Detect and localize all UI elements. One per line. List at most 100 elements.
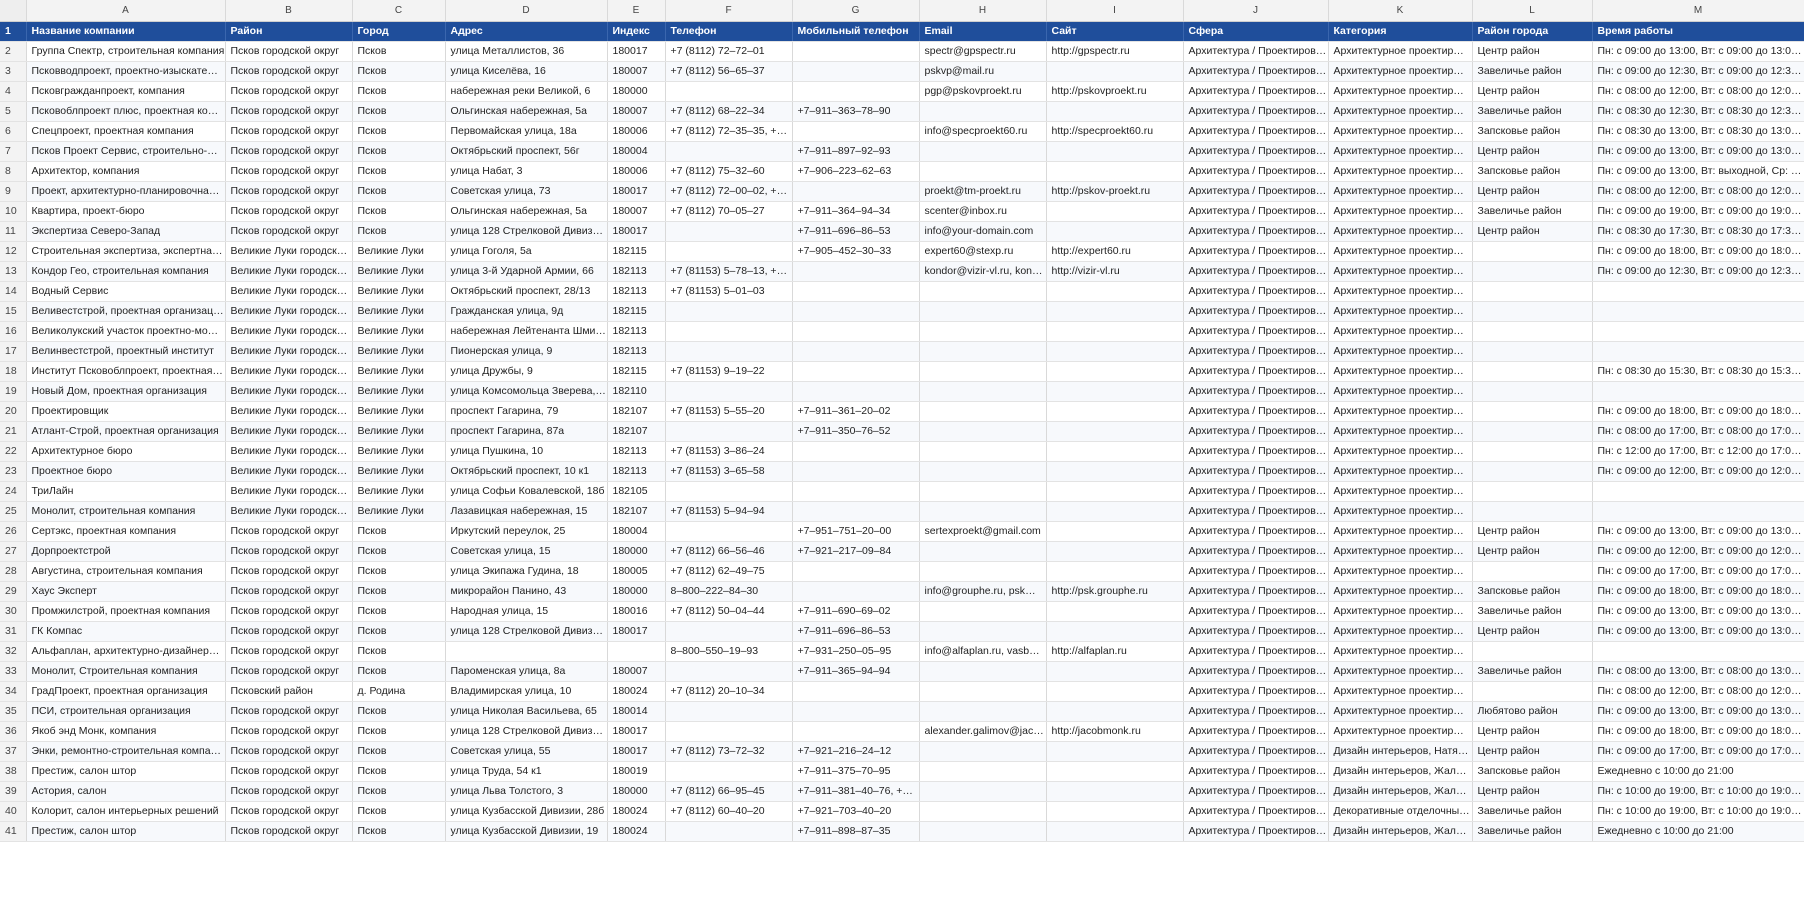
header-cell[interactable]: Категория [1328, 21, 1473, 42]
cell[interactable]: Архитектура / Проектиров… [1183, 81, 1329, 102]
cell[interactable] [792, 561, 920, 582]
cell[interactable] [1046, 141, 1184, 162]
cell[interactable]: Великие Луки [352, 321, 446, 342]
cell[interactable] [1046, 661, 1184, 682]
cell[interactable]: Псков городской округ [225, 101, 353, 122]
cell[interactable]: 8–800–222–84–30 [665, 581, 793, 602]
cell[interactable]: Архитектурное проектир… [1328, 581, 1473, 602]
cell[interactable]: Архитектурное проектир… [1328, 361, 1473, 382]
cell[interactable] [665, 241, 793, 262]
cell[interactable] [1472, 281, 1593, 302]
cell[interactable]: Запсковье район [1472, 121, 1593, 142]
cell[interactable]: Центр район [1472, 141, 1593, 162]
cell[interactable]: Псков городской округ [225, 121, 353, 142]
cell[interactable]: +7–911–375–70–95 [792, 761, 920, 782]
cell[interactable] [665, 521, 793, 542]
cell[interactable]: 182113 [607, 341, 666, 362]
cell[interactable]: Архитектурное бюро [26, 441, 226, 462]
cell[interactable]: Веливестстрой, проектная организация [26, 301, 226, 322]
cell[interactable] [1046, 201, 1184, 222]
cell[interactable]: Архитектура / Проектиров… [1183, 781, 1329, 802]
cell[interactable] [1472, 481, 1593, 502]
cell[interactable]: Псков городской округ [225, 141, 353, 162]
cell[interactable] [665, 621, 793, 642]
cell[interactable]: улица Набат, 3 [445, 161, 608, 182]
row-number[interactable]: 39 [0, 781, 27, 802]
cell[interactable]: Архитектурное проектир… [1328, 201, 1473, 222]
cell[interactable] [1046, 541, 1184, 562]
cell[interactable]: 180017 [607, 41, 666, 62]
cell[interactable] [607, 641, 666, 662]
column-header-f[interactable]: F [665, 0, 793, 22]
row-number[interactable]: 1 [0, 21, 27, 42]
cell[interactable]: +7–921–216–24–12 [792, 741, 920, 762]
cell[interactable]: Пн: с 09:00 до 18:00, Вт: с 09:00 до 18:… [1592, 581, 1804, 602]
cell[interactable]: Архитектура / Проектиров… [1183, 281, 1329, 302]
cell[interactable]: Псков [352, 521, 446, 542]
cell[interactable]: Архитектурное проектир… [1328, 121, 1473, 142]
cell[interactable]: Центр район [1472, 41, 1593, 62]
column-header-k[interactable]: K [1328, 0, 1473, 22]
cell[interactable]: Великие Луки [352, 441, 446, 462]
cell[interactable] [1046, 341, 1184, 362]
row-number[interactable]: 33 [0, 661, 27, 682]
header-cell[interactable]: Район [225, 21, 353, 42]
cell[interactable] [1046, 821, 1184, 842]
cell[interactable]: Великие Луки [352, 241, 446, 262]
cell[interactable]: +7 (81153) 3–65–58 [665, 461, 793, 482]
cell[interactable]: Престиж, салон штор [26, 821, 226, 842]
cell[interactable]: Пн: с 08:00 до 12:00, Вт: с 08:00 до 12:… [1592, 681, 1804, 702]
cell[interactable]: Колорит, салон интерьерных решений [26, 801, 226, 822]
cell[interactable] [919, 561, 1047, 582]
cell[interactable]: 182113 [607, 261, 666, 282]
cell[interactable] [1046, 501, 1184, 522]
header-cell[interactable]: Сайт [1046, 21, 1184, 42]
cell[interactable] [1046, 801, 1184, 822]
cell[interactable]: ПСИ, строительная организация [26, 701, 226, 722]
cell[interactable]: Псков [352, 801, 446, 822]
cell[interactable]: Псков городской округ [225, 721, 353, 742]
cell[interactable]: +7–905–452–30–33 [792, 241, 920, 262]
cell[interactable]: Архитектура / Проектиров… [1183, 121, 1329, 142]
cell[interactable]: 180016 [607, 601, 666, 622]
cell[interactable]: улица Комсомольца Зверева, … [445, 381, 608, 402]
cell[interactable]: Великие Луки городск… [225, 241, 353, 262]
cell[interactable]: Великие Луки [352, 481, 446, 502]
cell[interactable]: Иркутский переулок, 25 [445, 521, 608, 542]
row-number[interactable]: 11 [0, 221, 27, 242]
cell[interactable]: expert60@stexp.ru [919, 241, 1047, 262]
cell[interactable]: набережная реки Великой, 6 [445, 81, 608, 102]
cell[interactable]: Пн: с 09:00 до 13:00, Вт: с 09:00 до 13:… [1592, 601, 1804, 622]
cell[interactable]: +7 (8112) 20–10–34 [665, 681, 793, 702]
cell[interactable]: +7 (8112) 62–49–75 [665, 561, 793, 582]
cell[interactable]: Великие Луки городск… [225, 401, 353, 422]
cell[interactable]: Архитектурное проектир… [1328, 81, 1473, 102]
cell[interactable]: +7–911–898–87–35 [792, 821, 920, 842]
cell[interactable]: Пн: с 09:00 до 13:00, Вт: с 09:00 до 13:… [1592, 41, 1804, 62]
cell[interactable] [665, 661, 793, 682]
cell[interactable]: 180000 [607, 581, 666, 602]
cell[interactable]: Пн: с 09:00 до 12:00, Вт: с 09:00 до 12:… [1592, 541, 1804, 562]
cell[interactable]: Пн: с 12:00 до 17:00, Вт: с 12:00 до 17:… [1592, 441, 1804, 462]
cell[interactable]: Пн: с 09:00 до 18:00, Вт: с 09:00 до 18:… [1592, 401, 1804, 422]
cell[interactable]: Архитектурное проектир… [1328, 481, 1473, 502]
cell[interactable] [1046, 381, 1184, 402]
cell[interactable]: 182107 [607, 401, 666, 422]
cell[interactable]: Центр район [1472, 781, 1593, 802]
cell[interactable]: Архитектура / Проектиров… [1183, 41, 1329, 62]
cell[interactable] [1472, 441, 1593, 462]
cell[interactable]: Архитектурное проектир… [1328, 661, 1473, 682]
cell[interactable]: Престиж, салон штор [26, 761, 226, 782]
row-number[interactable]: 38 [0, 761, 27, 782]
cell[interactable]: Дизайн интерьеров, Жалю… [1328, 821, 1473, 842]
cell[interactable]: Архитектура / Проектиров… [1183, 341, 1329, 362]
cell[interactable]: Пн: с 09:00 до 17:00, Вт: с 09:00 до 17:… [1592, 561, 1804, 582]
cell[interactable]: Архитектура / Проектиров… [1183, 821, 1329, 842]
cell[interactable]: Дизайн интерьеров, Жалю… [1328, 781, 1473, 802]
cell[interactable]: Архитектура / Проектиров… [1183, 741, 1329, 762]
cell[interactable]: Архитектурное проектир… [1328, 61, 1473, 82]
cell[interactable]: +7–906–223–62–63 [792, 161, 920, 182]
cell[interactable]: Завеличье район [1472, 801, 1593, 822]
cell[interactable]: +7 (8112) 70–05–27 [665, 201, 793, 222]
row-number[interactable]: 41 [0, 821, 27, 842]
